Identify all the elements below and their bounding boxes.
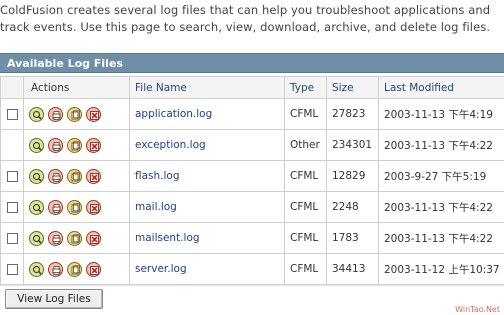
last-modified-cell: 2003-11-13 下午4:22 — [378, 222, 504, 254]
size-cell: 2248 — [326, 191, 379, 223]
header-size[interactable]: Size — [326, 76, 379, 99]
search-icon[interactable] — [29, 230, 44, 246]
row-actions — [23, 160, 130, 192]
file-name-link[interactable]: mailsent.log — [135, 232, 200, 244]
table-row: flash.log CFML 12829 2003-9-27 下午5:19 — [0, 160, 504, 192]
delete-icon[interactable] — [86, 261, 101, 277]
file-name-cell: application.log — [129, 98, 285, 130]
table-row: mail.log CFML 2248 2003-11-13 下午4:22 — [0, 191, 504, 223]
header-select — [0, 76, 24, 99]
search-icon[interactable] — [29, 106, 44, 122]
file-name-link[interactable]: mail.log — [135, 201, 177, 213]
print-icon[interactable] — [48, 261, 63, 277]
row-checkbox[interactable] — [7, 108, 18, 120]
delete-icon[interactable] — [86, 168, 101, 184]
row-checkbox[interactable] — [7, 201, 18, 213]
table-header-row: Actions File Name Type Size Last Modifie… — [0, 76, 504, 99]
print-icon[interactable] — [48, 168, 63, 184]
file-name-link[interactable]: flash.log — [135, 170, 180, 182]
size-cell: 1783 — [326, 222, 379, 254]
table-row: server.log CFML 34413 2003-11-12 上午10:37 — [0, 253, 504, 285]
row-actions — [23, 191, 130, 223]
size-cell: 27823 — [326, 98, 379, 130]
row-actions — [23, 129, 130, 161]
row-select-cell — [0, 98, 24, 130]
table-row: exception.log Other 234301 2003-11-13 下午4:2… — [0, 129, 504, 161]
size-cell: 234301 — [326, 129, 379, 161]
print-icon[interactable] — [48, 199, 63, 215]
log-files-table: Actions File Name Type Size Last Modifie… — [0, 76, 504, 285]
archive-icon[interactable] — [67, 106, 82, 122]
table-row: mailsent.log CFML 1783 2003-11-13 下午4:22 — [0, 222, 504, 254]
file-name-link[interactable]: exception.log — [135, 139, 206, 151]
type-cell: CFML — [284, 253, 327, 285]
archive-icon[interactable] — [67, 261, 82, 277]
row-select-cell — [0, 160, 24, 192]
header-type[interactable]: Type — [284, 76, 327, 99]
type-cell: CFML — [284, 98, 327, 130]
size-cell: 34413 — [326, 253, 379, 285]
header-file-name[interactable]: File Name — [129, 76, 285, 99]
file-name-cell: exception.log — [129, 129, 285, 161]
header-actions: Actions — [23, 76, 130, 99]
search-icon[interactable] — [29, 168, 44, 184]
row-checkbox[interactable] — [7, 170, 18, 182]
divider — [0, 285, 504, 286]
row-select-cell — [0, 191, 24, 223]
file-name-cell: server.log — [129, 253, 285, 285]
last-modified-cell: 2003-11-12 上午10:37 — [378, 253, 504, 285]
delete-icon[interactable] — [86, 230, 101, 246]
intro-text: ColdFusion creates several log files tha… — [0, 3, 491, 34]
file-name-link[interactable]: server.log — [135, 263, 187, 275]
last-modified-cell: 2003-11-13 下午4:22 — [378, 191, 504, 223]
delete-icon[interactable] — [86, 137, 101, 153]
last-modified-cell: 2003-9-27 下午5:19 — [378, 160, 504, 192]
search-icon[interactable] — [29, 199, 44, 215]
file-name-cell: mail.log — [129, 191, 285, 223]
row-actions — [23, 253, 130, 285]
header-last-modified[interactable]: Last Modified — [378, 76, 504, 99]
row-checkbox[interactable] — [7, 263, 18, 275]
archive-icon[interactable] — [67, 199, 82, 215]
type-cell: Other — [284, 129, 327, 161]
type-cell: CFML — [284, 160, 327, 192]
table-row: application.log CFML 27823 2003-11-13 下午4:1… — [0, 98, 504, 130]
search-icon[interactable] — [29, 261, 44, 277]
panel-title: Available Log Files — [0, 53, 504, 73]
last-modified-cell: 2003-11-13 下午4:19 — [378, 98, 504, 130]
print-icon[interactable] — [48, 137, 63, 153]
row-select-cell — [0, 222, 24, 254]
delete-icon[interactable] — [86, 199, 101, 215]
size-cell: 12829 — [326, 160, 379, 192]
file-name-cell: mailsent.log — [129, 222, 285, 254]
row-checkbox[interactable] — [7, 232, 18, 244]
archive-icon[interactable] — [67, 168, 82, 184]
view-log-files-button[interactable]: View Log Files — [5, 289, 103, 309]
row-select-cell — [0, 129, 24, 161]
file-name-link[interactable]: application.log — [135, 108, 212, 120]
row-actions — [23, 98, 130, 130]
row-actions — [23, 222, 130, 254]
type-cell: CFML — [284, 222, 327, 254]
delete-icon[interactable] — [86, 106, 101, 122]
print-icon[interactable] — [48, 106, 63, 122]
watermark: WinTao.Net — [455, 305, 500, 314]
type-cell: CFML — [284, 191, 327, 223]
file-name-cell: flash.log — [129, 160, 285, 192]
archive-icon[interactable] — [67, 137, 82, 153]
search-icon[interactable] — [29, 137, 44, 153]
archive-icon[interactable] — [67, 230, 82, 246]
row-select-cell — [0, 253, 24, 285]
print-icon[interactable] — [48, 230, 63, 246]
last-modified-cell: 2003-11-13 下午4:22 — [378, 129, 504, 161]
